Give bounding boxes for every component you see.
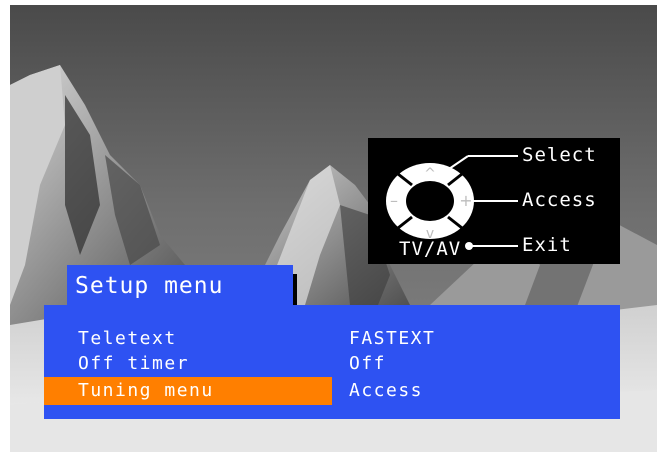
legend-select-label: Select [522,144,597,166]
menu-row-teletext[interactable]: Teletext FASTEXT [44,325,620,351]
minus-icon: – [390,191,398,210]
plus-icon: + [459,191,472,210]
legend-access-label: Access [522,189,597,211]
menu-row-label: Teletext [78,328,177,349]
menu-row-value: Access [349,380,424,401]
menu-row-label: Off timer [78,353,190,374]
menu-row-value: FASTEXT [349,328,436,349]
legend-exit-label: Exit [522,234,572,256]
menu-row-tuning-menu[interactable]: Tuning menu Access [44,377,620,405]
menu-row-value: Off [349,353,387,374]
menu-title: Setup menu [67,265,293,307]
menu-row-label: Tuning menu [78,380,214,401]
menu-row-off-timer[interactable]: Off timer Off [44,350,620,376]
remote-legend: ^ v – + Select Access Exit TV/AV [368,138,620,264]
legend-tvav-label: TV/AV [399,238,462,260]
setup-menu-panel: Teletext FASTEXT Off timer Off Tuning me… [44,305,620,419]
up-arrow-icon: ^ [424,166,436,182]
tv-screen: ^ v – + Select Access Exit TV/AV Setup m… [10,5,657,452]
